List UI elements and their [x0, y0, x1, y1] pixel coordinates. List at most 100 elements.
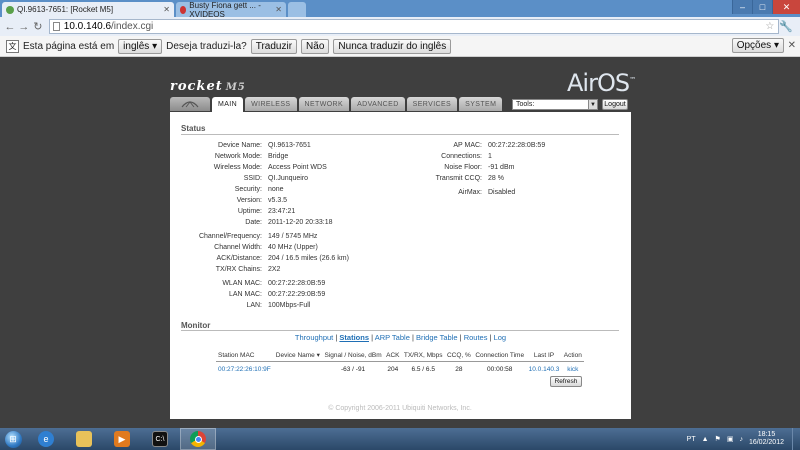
show-hidden-icons-icon[interactable]: ▲ [702, 436, 709, 443]
logout-button[interactable]: Logout [602, 99, 628, 110]
language-select[interactable]: inglês ▾ [118, 38, 163, 54]
options-label: Opções [736, 40, 772, 51]
tab-advanced[interactable]: ADVANCED [351, 97, 405, 111]
taskbar-chrome[interactable] [180, 428, 216, 450]
col-device-name[interactable]: Device Name ▾ [273, 349, 323, 362]
status-label: Security: [234, 186, 262, 193]
status-label: Connections: [441, 153, 482, 160]
status-row: Connections: 1 [370, 153, 638, 160]
col-station-mac[interactable]: Station MAC [216, 349, 274, 362]
brand-text: rocket [170, 79, 223, 94]
tools-select[interactable]: Tools: ▼ [512, 99, 598, 110]
status-value: 00:27:22:28:0B:59 [268, 280, 326, 287]
tools-label: Tools: [516, 101, 535, 108]
status-row: LAN MAC: 00:27:22:29:0B:59 [170, 291, 418, 298]
taskbar-media[interactable]: ▶ [104, 428, 140, 450]
status-row: Channel Width: 40 MHz (Upper) [170, 244, 418, 251]
airos-logo: AirOS™ [567, 69, 636, 97]
ack-cell: 204 [387, 366, 399, 373]
tab-wireless[interactable]: WIRELESS [245, 97, 297, 111]
status-value: 00:27:22:29:0B:59 [268, 291, 326, 298]
ubnt-logo-tab[interactable] [170, 97, 210, 111]
command-prompt-icon: C:\ [152, 431, 168, 447]
status-label: Channel/Frequency: [198, 233, 262, 240]
col-signal-noise[interactable]: Signal / Noise, dBm [322, 349, 385, 362]
maximize-icon[interactable]: □ [752, 0, 772, 14]
media-player-icon: ▶ [114, 431, 130, 447]
close-tab-icon[interactable]: ✕ [163, 5, 170, 14]
tab-system[interactable]: SYSTEM [459, 97, 503, 111]
status-label: Version: [236, 197, 262, 204]
col-ccq[interactable]: CCQ, % [444, 349, 473, 362]
link-log[interactable]: Log [494, 333, 507, 342]
clock[interactable]: 18:15 16/02/2012 [749, 431, 784, 447]
options-button[interactable]: Opções ▾ [731, 38, 784, 53]
language-indicator[interactable]: PT [687, 436, 696, 443]
browser-tab-other[interactable]: Busty Fiona gett ... - XVIDEOS ✕ [176, 1, 286, 19]
link-bridge-table[interactable]: Bridge Table [416, 333, 458, 342]
col-last-ip[interactable]: Last IP [526, 349, 562, 362]
status-value: 2011-12-20 20:33:18 [268, 219, 333, 226]
reload-icon[interactable]: ↻ [31, 20, 45, 34]
status-label: Channel Width: [214, 244, 262, 251]
status-row: Date: 2011-12-20 20:33:18 [170, 219, 418, 226]
link-stations[interactable]: Stations [339, 333, 369, 342]
no-button[interactable]: Não [301, 38, 330, 54]
network-icon[interactable]: ▣ [727, 435, 734, 443]
internet-explorer-icon: e [38, 431, 54, 447]
close-bar-icon[interactable]: ✕ [788, 40, 796, 51]
status-row: WLAN MAC: 00:27:22:28:0B:59 [170, 280, 418, 287]
col-txrx[interactable]: TX/RX, Mbps [401, 349, 445, 362]
status-value: 204 / 16.5 miles (26.6 km) [268, 255, 349, 262]
status-row: LAN: 100Mbps-Full [170, 302, 418, 309]
kick-link[interactable]: kick [562, 362, 584, 378]
browser-tab-rocket[interactable]: QI.9613-7651: [Rocket M5] ✕ [2, 2, 174, 17]
taskbar-ie[interactable]: e [28, 428, 64, 450]
flag-icon[interactable]: ⚑ [715, 435, 721, 443]
signal-noise-cell: -63 / -91 [340, 366, 366, 373]
start-button[interactable]: ⊞ [0, 428, 26, 450]
status-row: Version: v5.3.5 [170, 197, 418, 204]
translate-button[interactable]: Traduzir [250, 38, 298, 54]
back-arrow-icon[interactable]: ← [3, 20, 17, 34]
taskbar-cmd[interactable]: C:\ [142, 428, 178, 450]
col-connection-time[interactable]: Connection Time [472, 349, 527, 362]
clock-date: 16/02/2012 [748, 439, 784, 446]
station-mac-link[interactable]: 00:27:22:26:10:9F [216, 362, 273, 378]
translate-prefix: Esta página está em [23, 40, 115, 52]
never-translate-button[interactable]: Nunca traduzir do inglês [333, 38, 452, 54]
tab-network[interactable]: NETWORK [298, 97, 350, 111]
tab-services[interactable]: SERVICES [406, 97, 458, 111]
last-ip-link[interactable]: 10.0.140.3 [526, 362, 561, 378]
status-label: Transmit CCQ: [435, 175, 482, 182]
chrome-icon [190, 431, 206, 447]
status-value: 1 [488, 153, 492, 160]
address-bar[interactable]: 10.0.140.6 /index.cgi ☆ [48, 19, 780, 34]
link-routes[interactable]: Routes [464, 333, 488, 342]
language-select-value: inglês [123, 40, 150, 52]
wrench-icon[interactable]: 🔧 [779, 20, 797, 33]
refresh-button[interactable]: Refresh [550, 376, 582, 387]
taskbar: ⊞ e ▶ C:\ PT ▲ ⚑ ▣ ♪ 18:15 16/02/2012 [0, 428, 800, 450]
tab-main[interactable]: MAIN [212, 97, 244, 112]
close-window-icon[interactable]: ✕ [772, 0, 800, 14]
status-label: AP MAC: [453, 142, 482, 149]
forward-arrow-icon[interactable]: → [17, 20, 31, 34]
link-throughput[interactable]: Throughput [295, 333, 333, 342]
show-desktop-button[interactable] [792, 428, 800, 450]
clock-time: 18:15 [757, 431, 776, 438]
table-header-row: Station MAC Device Name ▾ Signal / Noise… [216, 349, 584, 362]
star-icon[interactable]: ☆ [765, 21, 778, 32]
connection-time-cell: 00:00:58 [487, 366, 513, 373]
browser-tab-strip: QI.9613-7651: [Rocket M5] ✕ Busty Fiona … [0, 0, 800, 19]
status-value: 149 / 5745 MHz [268, 233, 318, 240]
taskbar-explorer[interactable] [66, 428, 102, 450]
link-arp-table[interactable]: ARP Table [375, 333, 410, 342]
new-tab-button[interactable] [288, 2, 306, 17]
volume-icon[interactable]: ♪ [739, 436, 743, 443]
minimize-icon[interactable]: – [732, 0, 752, 14]
status-value: 00:27:22:28:0B:59 [488, 142, 546, 149]
device-name-cell [273, 362, 322, 378]
col-ack[interactable]: ACK [384, 349, 402, 362]
close-tab-icon[interactable]: ✕ [275, 5, 282, 14]
